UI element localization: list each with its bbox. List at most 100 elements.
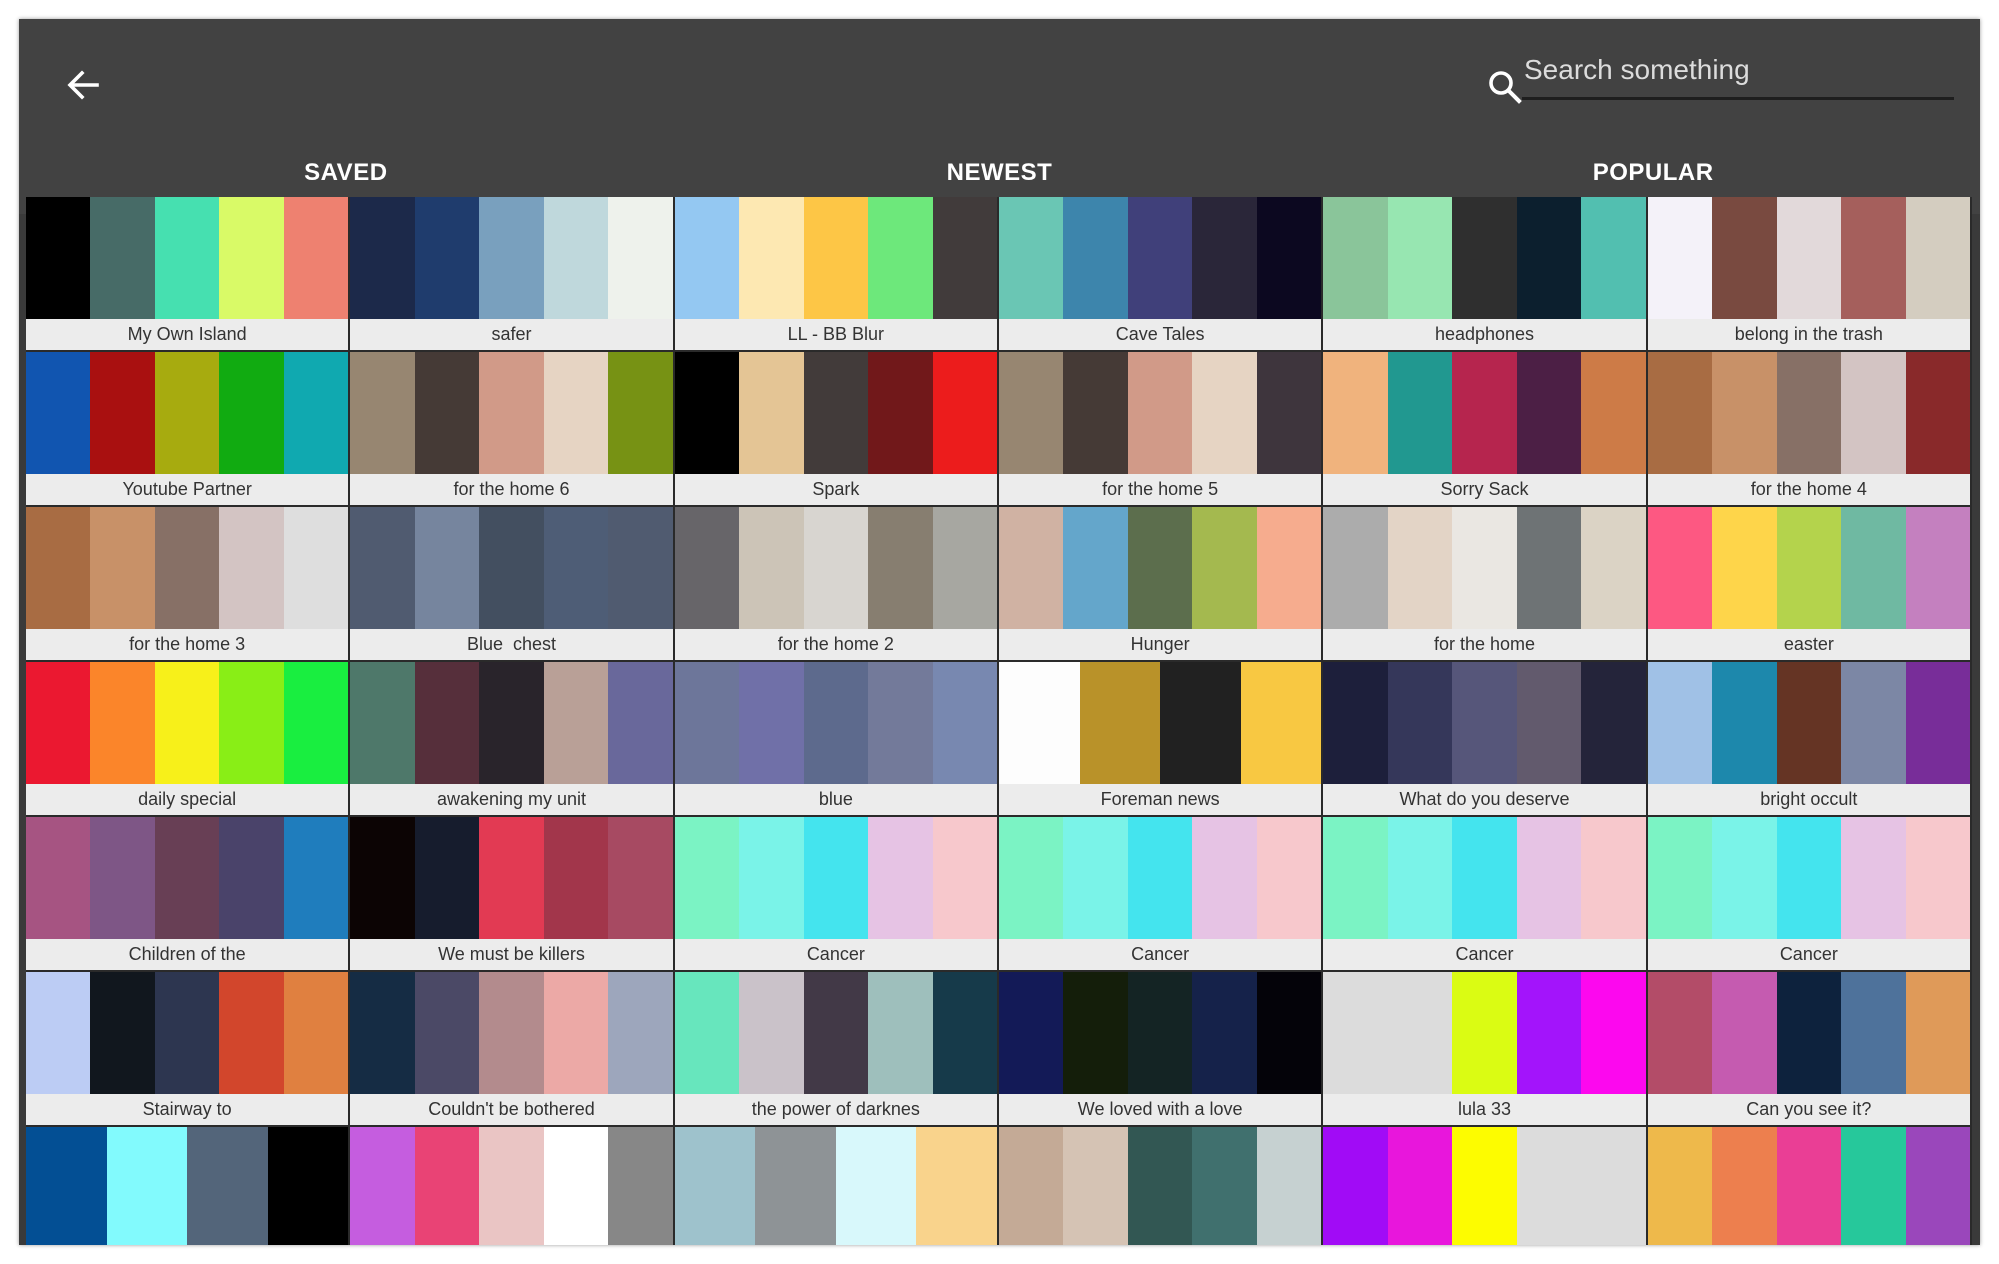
palette-card[interactable]: Cancer xyxy=(1323,817,1648,972)
palette-card[interactable]: Sorry Sack xyxy=(1323,352,1648,507)
palette-name: Blue chest xyxy=(350,629,673,660)
palette-card[interactable]: Foreman news xyxy=(999,662,1324,817)
palette-card[interactable] xyxy=(999,1127,1324,1245)
color-swatch xyxy=(1256,817,1322,939)
color-swatch xyxy=(1841,352,1906,474)
color-swatch xyxy=(543,1127,609,1245)
color-swatch xyxy=(1647,972,1713,1094)
palette-card[interactable]: safer xyxy=(350,197,675,352)
palette-swatches xyxy=(999,507,1322,629)
palette-card[interactable] xyxy=(26,1127,351,1245)
palette-card[interactable]: LL - BB Blur xyxy=(674,197,999,352)
color-swatch xyxy=(543,352,609,474)
palette-swatches xyxy=(1647,507,1970,629)
palette-swatches xyxy=(674,197,997,319)
color-swatch xyxy=(283,972,349,1094)
palette-card[interactable]: What do you deserve xyxy=(1323,662,1648,817)
color-swatch xyxy=(283,507,349,629)
color-swatch xyxy=(1323,197,1388,319)
color-swatch xyxy=(674,817,740,939)
color-swatch xyxy=(932,507,997,629)
palette-swatches xyxy=(26,1127,349,1245)
palette-card[interactable]: Cancer xyxy=(999,817,1324,972)
back-button[interactable] xyxy=(43,47,123,127)
palette-card[interactable]: for the home 3 xyxy=(26,507,351,662)
search-input[interactable] xyxy=(1522,45,1954,100)
color-swatch xyxy=(1127,972,1193,1094)
palette-card[interactable]: Blue chest xyxy=(350,507,675,662)
palette-swatches xyxy=(1647,352,1970,474)
color-swatch xyxy=(1192,352,1257,474)
palette-name: for the home xyxy=(1323,629,1646,660)
palette-card[interactable] xyxy=(674,1127,999,1245)
color-swatch xyxy=(999,197,1064,319)
palette-swatches xyxy=(999,1127,1322,1245)
palette-card[interactable]: daily special xyxy=(26,662,351,817)
color-swatch xyxy=(1387,197,1453,319)
palette-swatches xyxy=(350,972,673,1094)
palette-swatches xyxy=(999,662,1322,784)
palette-card[interactable]: Hunger xyxy=(999,507,1324,662)
palette-card[interactable]: Couldn't be bothered xyxy=(350,972,675,1127)
palette-name: easter xyxy=(1647,629,1970,660)
palette-card[interactable]: blue xyxy=(674,662,999,817)
color-swatch xyxy=(868,817,933,939)
palette-card[interactable] xyxy=(1323,1127,1648,1245)
color-swatch xyxy=(479,197,544,319)
color-swatch xyxy=(868,352,933,474)
palette-card[interactable]: bright occult xyxy=(1647,662,1972,817)
color-swatch xyxy=(932,972,997,1094)
palette-card[interactable]: Youtube Partner xyxy=(26,352,351,507)
palette-card[interactable]: Stairway to xyxy=(26,972,351,1127)
color-swatch xyxy=(1063,972,1128,1094)
palette-card[interactable]: easter xyxy=(1647,507,1972,662)
palette-swatches xyxy=(1323,817,1646,939)
color-swatch xyxy=(479,1127,544,1245)
palette-swatches xyxy=(674,662,997,784)
color-swatch xyxy=(90,972,155,1094)
color-swatch xyxy=(283,662,349,784)
palette-card[interactable]: headphones xyxy=(1323,197,1648,352)
color-swatch xyxy=(350,972,415,1094)
palette-name: bright occult xyxy=(1647,784,1970,815)
palette-card[interactable]: Spark xyxy=(674,352,999,507)
color-swatch xyxy=(154,352,220,474)
palette-card[interactable]: for the home 4 xyxy=(1647,352,1972,507)
palette-card[interactable]: for the home 6 xyxy=(350,352,675,507)
palette-card[interactable]: for the home 5 xyxy=(999,352,1324,507)
color-swatch xyxy=(803,662,869,784)
palette-swatches xyxy=(999,197,1322,319)
palette-card[interactable]: We loved with a love xyxy=(999,972,1324,1127)
color-swatch xyxy=(674,972,740,1094)
color-swatch xyxy=(1647,197,1713,319)
palette-card[interactable] xyxy=(350,1127,675,1245)
palette-card[interactable]: We must be killers xyxy=(350,817,675,972)
palette-card[interactable]: Cancer xyxy=(1647,817,1972,972)
palette-card[interactable]: Can you see it? xyxy=(1647,972,1972,1127)
palette-card[interactable]: Cave Tales xyxy=(999,197,1324,352)
toolbar: SAVEDNEWESTPOPULAR xyxy=(19,19,1980,214)
palette-name: Foreman news xyxy=(999,784,1322,815)
palette-card[interactable]: awakening my unit xyxy=(350,662,675,817)
palette-name: for the home 4 xyxy=(1647,474,1970,505)
color-swatch xyxy=(1127,1127,1193,1245)
palette-card[interactable]: the power of darknes xyxy=(674,972,999,1127)
color-swatch xyxy=(803,507,869,629)
palette-card[interactable]: My Own Island xyxy=(26,197,351,352)
palette-swatches xyxy=(674,352,997,474)
palette-swatches xyxy=(1647,197,1970,319)
palette-card[interactable]: lula 33 xyxy=(1323,972,1648,1127)
color-swatch xyxy=(739,817,804,939)
palette-name: Can you see it? xyxy=(1647,1094,1970,1125)
palette-card[interactable]: Children of the xyxy=(26,817,351,972)
color-swatch xyxy=(1905,197,1970,319)
palette-swatches xyxy=(674,817,997,939)
palette-name: Couldn't be bothered xyxy=(350,1094,673,1125)
palette-card[interactable]: belong in the trash xyxy=(1647,197,1972,352)
palette-card[interactable]: for the home xyxy=(1323,507,1648,662)
palette-card[interactable] xyxy=(1647,1127,1972,1245)
color-swatch xyxy=(916,1127,998,1245)
palette-card[interactable]: Cancer xyxy=(674,817,999,972)
color-swatch xyxy=(1452,507,1517,629)
palette-card[interactable]: for the home 2 xyxy=(674,507,999,662)
